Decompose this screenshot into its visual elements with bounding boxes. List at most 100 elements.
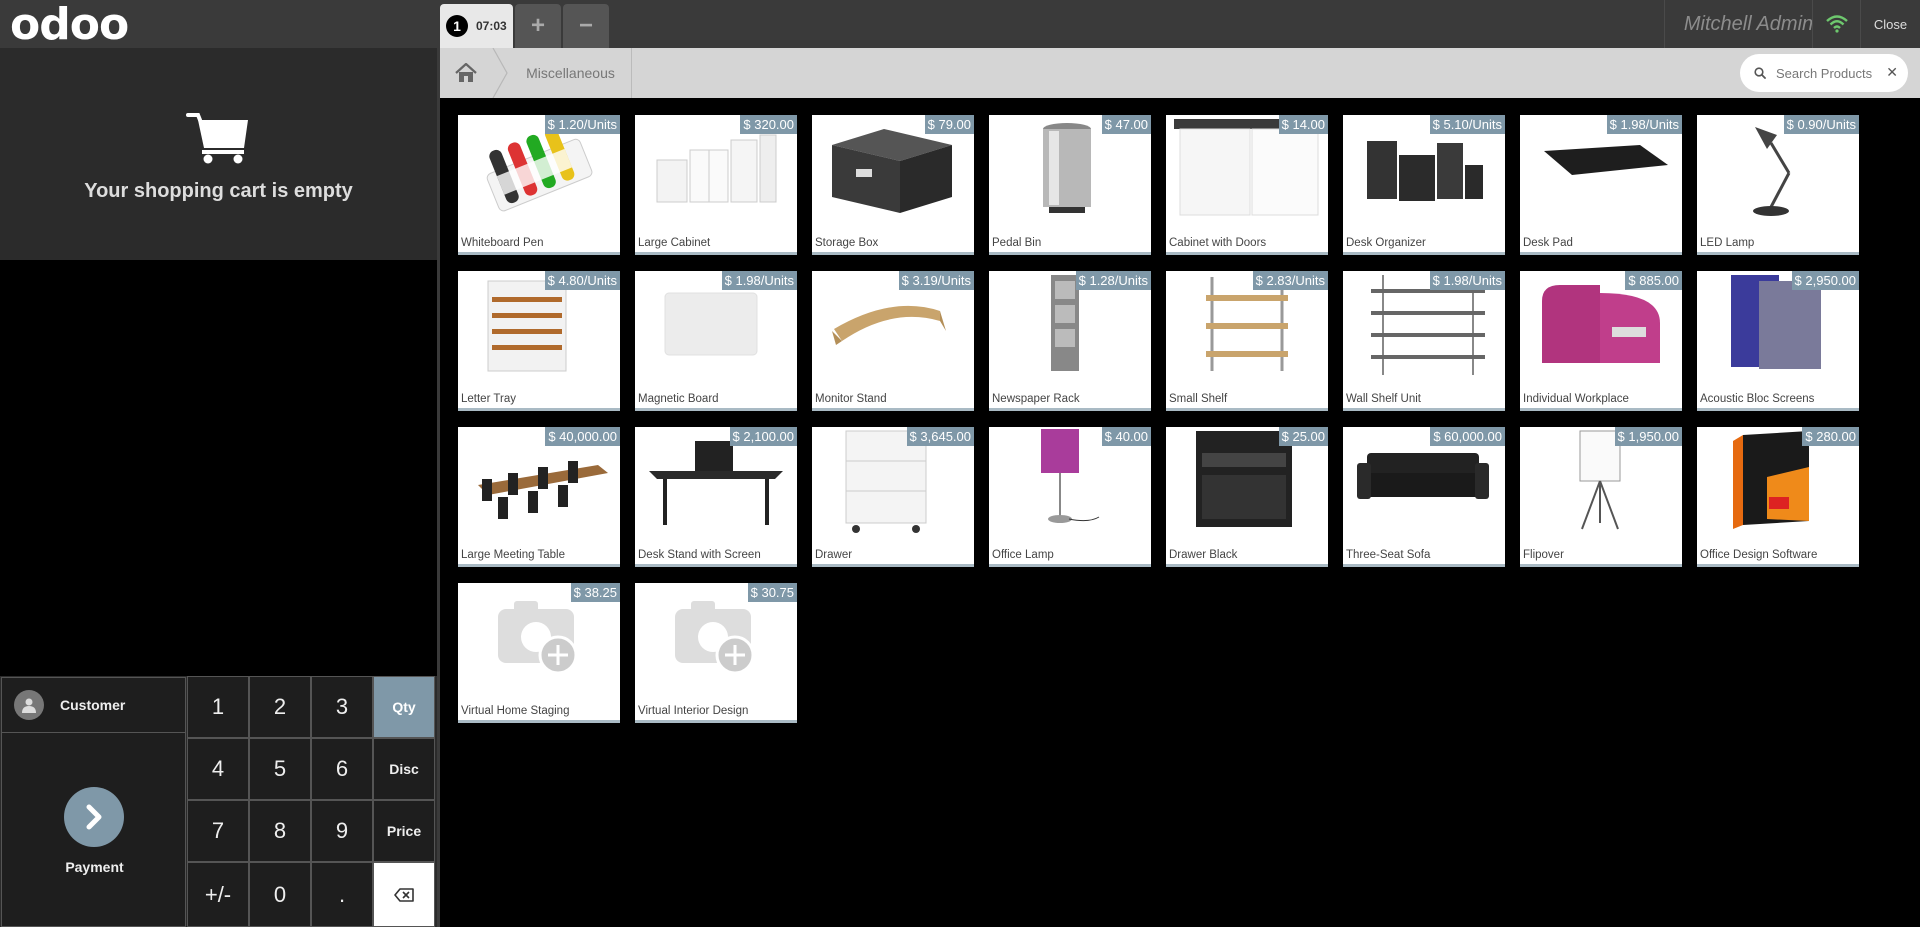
numpad-mode-qty[interactable]: Qty	[373, 676, 435, 738]
numpad-key-5[interactable]: 5	[249, 738, 311, 800]
product-price: $ 60,000.00	[1430, 427, 1505, 446]
product-name: Desk Stand with Screen	[638, 549, 761, 561]
numpad-key-3[interactable]: 3	[311, 676, 373, 738]
product-name: Whiteboard Pen	[461, 237, 544, 249]
product-price: $ 14.00	[1278, 115, 1328, 134]
plus-icon: +	[530, 12, 545, 39]
product-card[interactable]: $ 2,100.00 Desk Stand with Screen	[635, 427, 797, 567]
product-name: Office Design Software	[1700, 549, 1818, 561]
payment-button[interactable]: Payment	[1, 733, 186, 927]
payment-label: Payment	[65, 859, 124, 875]
product-price: $ 1.98/Units	[1429, 271, 1505, 290]
numpad-key-9[interactable]: 9	[311, 800, 373, 862]
product-name: Small Shelf	[1169, 393, 1228, 405]
product-name: Cabinet with Doors	[1169, 237, 1267, 249]
product-card[interactable]: $ 2.83/Units Small Shelf	[1166, 271, 1328, 411]
product-card[interactable]: $ 1.20/Units Whiteboard Pen	[458, 115, 620, 255]
product-card[interactable]: $ 25.00 Drawer Black	[1166, 427, 1328, 567]
numpad-key-0[interactable]: 0	[249, 862, 311, 927]
product-card[interactable]: $ 79.00 Storage Box	[812, 115, 974, 255]
product-card[interactable]: $ 38.25 Virtual Home Staging	[458, 583, 620, 723]
product-price: $ 79.00	[924, 115, 974, 134]
new-order-button[interactable]: +	[515, 4, 561, 48]
product-price: $ 1.28/Units	[1075, 271, 1151, 290]
product-card[interactable]: $ 1.98/Units Magnetic Board	[635, 271, 797, 411]
product-card[interactable]: $ 30.75 Virtual Interior Design	[635, 583, 797, 723]
order-time: 07:03	[476, 19, 507, 33]
product-card[interactable]: $ 1.98/Units Wall Shelf Unit	[1343, 271, 1505, 411]
numpad-mode-price[interactable]: Price	[373, 800, 435, 862]
breadcrumb-miscellaneous[interactable]: Miscellaneous	[510, 48, 632, 98]
product-card[interactable]: $ 0.90/Units LED Lamp	[1697, 115, 1859, 255]
product-card[interactable]: $ 1,950.00 Flipover	[1520, 427, 1682, 567]
numpad-key-8[interactable]: 8	[249, 800, 311, 862]
backspace-button[interactable]	[373, 862, 435, 927]
product-card[interactable]: $ 3,645.00 Drawer	[812, 427, 974, 567]
wifi-icon	[1825, 15, 1848, 33]
product-price: $ 47.00	[1101, 115, 1151, 134]
category-breadcrumb-bar: Miscellaneous ✕	[440, 48, 1920, 98]
close-button[interactable]: Close	[1860, 0, 1920, 48]
product-name: Virtual Home Staging	[461, 705, 570, 717]
product-name: Flipover	[1523, 549, 1564, 561]
product-price: $ 1.98/Units	[1606, 115, 1682, 134]
product-price: $ 2.83/Units	[1252, 271, 1328, 290]
product-name: Storage Box	[815, 237, 879, 249]
product-card[interactable]: $ 1.28/Units Newspaper Rack	[989, 271, 1151, 411]
numpad-key-1[interactable]: 1	[187, 676, 249, 738]
numpad-key-dot[interactable]: .	[311, 862, 373, 927]
order-lines-area	[0, 260, 437, 676]
odoo-logo: odoo	[10, 0, 129, 50]
home-category-button[interactable]	[440, 48, 492, 98]
product-card[interactable]: $ 1.98/Units Desk Pad	[1520, 115, 1682, 255]
numpad-key-7[interactable]: 7	[187, 800, 249, 862]
product-price: $ 30.75	[747, 583, 797, 602]
search-input[interactable]	[1776, 65, 1881, 81]
product-price: $ 40,000.00	[545, 427, 620, 446]
product-name: Large Meeting Table	[461, 549, 565, 561]
shopping-cart-icon	[186, 113, 248, 164]
product-card[interactable]: $ 47.00 Pedal Bin	[989, 115, 1151, 255]
product-card[interactable]: $ 280.00 Office Design Software	[1697, 427, 1859, 567]
product-card[interactable]: $ 885.00 Individual Workplace	[1520, 271, 1682, 411]
user-avatar-icon	[14, 690, 44, 720]
product-card[interactable]: $ 4.80/Units Letter Tray	[458, 271, 620, 411]
empty-cart-message: Your shopping cart is empty	[84, 180, 353, 202]
numpad-key-4[interactable]: 4	[187, 738, 249, 800]
product-name: Three-Seat Sofa	[1346, 549, 1431, 561]
set-customer-button[interactable]: Customer	[1, 677, 186, 733]
product-card[interactable]: $ 320.00 Large Cabinet	[635, 115, 797, 255]
delete-order-button[interactable]: −	[563, 4, 609, 48]
numpad-key-6[interactable]: 6	[311, 738, 373, 800]
product-card[interactable]: $ 3.19/Units Monitor Stand	[812, 271, 974, 411]
product-price: $ 2,100.00	[729, 427, 797, 446]
product-price: $ 1,950.00	[1614, 427, 1682, 446]
user-name[interactable]: Mitchell Admin	[1664, 0, 1832, 48]
numpad-mode-disc[interactable]: Disc	[373, 738, 435, 800]
product-name: Office Lamp	[992, 549, 1054, 561]
product-search[interactable]: ✕	[1740, 54, 1908, 92]
product-name: Wall Shelf Unit	[1346, 393, 1421, 405]
product-card[interactable]: $ 40,000.00 Large Meeting Table	[458, 427, 620, 567]
product-name: Letter Tray	[461, 393, 516, 405]
product-name: Acoustic Bloc Screens	[1700, 393, 1815, 405]
product-card[interactable]: $ 14.00 Cabinet with Doors	[1166, 115, 1328, 255]
product-price: $ 25.00	[1278, 427, 1328, 446]
product-card[interactable]: $ 2,950.00 Acoustic Bloc Screens	[1697, 271, 1859, 411]
numpad-key-plusminus[interactable]: +/-	[187, 862, 249, 927]
product-card[interactable]: $ 5.10/Units Desk Organizer	[1343, 115, 1505, 255]
product-card[interactable]: $ 40.00 Office Lamp	[989, 427, 1151, 567]
clear-search-icon[interactable]: ✕	[1886, 64, 1898, 81]
order-tab[interactable]: 1 07:03	[440, 4, 513, 48]
product-name: Monitor Stand	[815, 393, 887, 405]
product-card[interactable]: $ 60,000.00 Three-Seat Sofa	[1343, 427, 1505, 567]
numpad-key-2[interactable]: 2	[249, 676, 311, 738]
connection-status[interactable]	[1812, 0, 1860, 48]
product-price: $ 38.25	[570, 583, 620, 602]
order-number: 1	[446, 15, 468, 37]
backspace-icon	[394, 887, 414, 902]
product-price: $ 2,950.00	[1791, 271, 1859, 290]
product-price: $ 3,645.00	[906, 427, 974, 446]
product-price: $ 1.20/Units	[544, 115, 620, 134]
product-name: Individual Workplace	[1523, 393, 1629, 405]
